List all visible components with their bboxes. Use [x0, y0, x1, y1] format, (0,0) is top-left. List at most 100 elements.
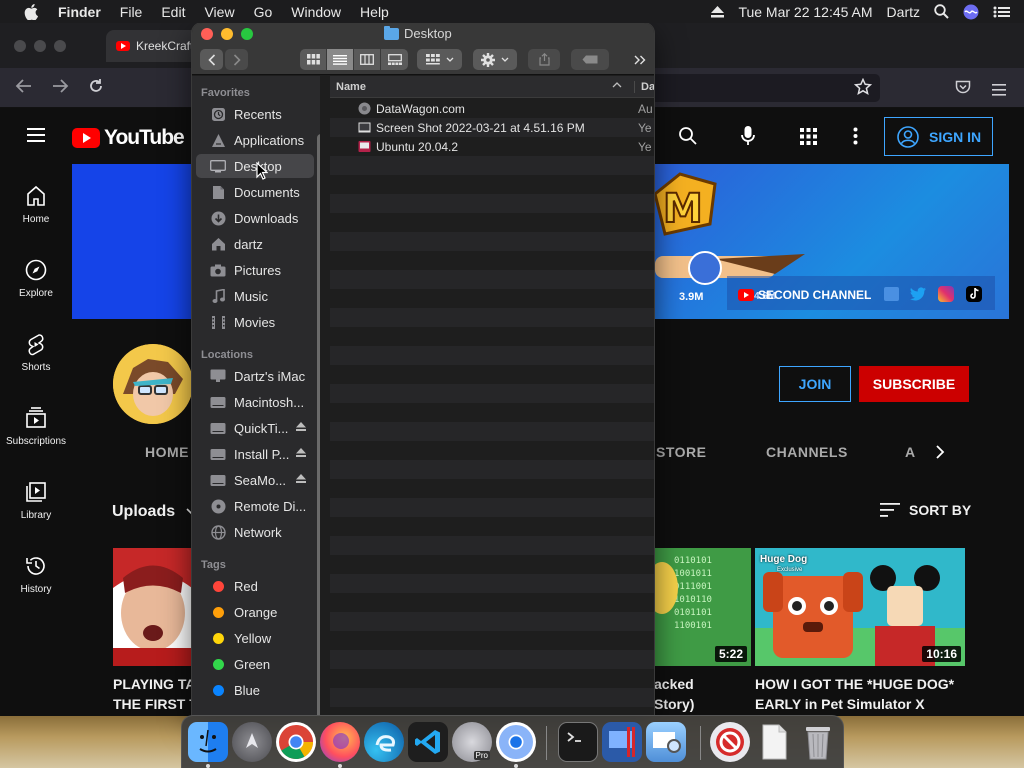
- nav-shorts[interactable]: Shorts: [0, 332, 72, 373]
- apps-grid-icon[interactable]: [800, 128, 817, 150]
- nav-explore[interactable]: Explore: [0, 258, 72, 299]
- nav-library[interactable]: Library: [0, 480, 72, 521]
- chrome-icon[interactable]: [276, 722, 316, 762]
- sidebar-location-0[interactable]: Dartz's iMac: [192, 364, 314, 388]
- sidebar-item-movies[interactable]: Movies: [192, 310, 314, 334]
- apple-icon[interactable]: [20, 3, 42, 20]
- document-icon[interactable]: [754, 722, 794, 762]
- menu-finder[interactable]: Finder: [58, 4, 101, 20]
- twitter-icon[interactable]: [910, 287, 926, 306]
- chromium-icon[interactable]: [496, 722, 536, 762]
- eject-icon[interactable]: [296, 474, 306, 486]
- list-view-button[interactable]: [327, 49, 354, 70]
- browser-zoom-button[interactable]: [54, 40, 66, 52]
- sidebar-tag-blue[interactable]: Blue: [192, 678, 314, 702]
- menu-file[interactable]: File: [120, 4, 143, 20]
- sidebar-location-6[interactable]: Network: [192, 520, 314, 544]
- video-title-3-line1[interactable]: HOW I GOT THE *HUGE DOG*: [755, 674, 975, 694]
- bookmark-star-icon[interactable]: [853, 77, 873, 100]
- sidebar-item-dartz[interactable]: dartz: [192, 232, 314, 256]
- finder-close-button[interactable]: [201, 28, 213, 40]
- sidebar-scrollbar[interactable]: [317, 134, 320, 715]
- sidebar-item-downloads[interactable]: Downloads: [192, 206, 314, 230]
- video-thumbnail-3[interactable]: Huge Dog Exclusive 10:16: [755, 548, 965, 666]
- sidebar-item-applications[interactable]: Applications: [192, 128, 314, 152]
- sidebar-location-5[interactable]: Remote Di...: [192, 494, 314, 518]
- tab-home[interactable]: HOME: [145, 444, 189, 460]
- microphone-icon[interactable]: [740, 125, 756, 152]
- nav-subscriptions[interactable]: Subscriptions: [0, 406, 72, 447]
- video-title-1-line1[interactable]: PLAYING TA: [113, 674, 192, 694]
- edge-icon[interactable]: [364, 722, 404, 762]
- browser-minimize-button[interactable]: [34, 40, 46, 52]
- forward-icon[interactable]: [51, 78, 69, 98]
- menu-go[interactable]: Go: [254, 4, 273, 20]
- second-channel-link[interactable]: SECOND CHANNEL: [758, 288, 871, 302]
- video-thumbnail-1[interactable]: [113, 548, 192, 666]
- column-view-button[interactable]: [354, 49, 381, 70]
- gallery-view-button[interactable]: [381, 49, 408, 70]
- group-by-button[interactable]: [417, 49, 462, 70]
- share-button[interactable]: [528, 49, 560, 70]
- video-title-3-line2[interactable]: EARLY in Pet Simulator X: [755, 694, 975, 714]
- menu-window[interactable]: Window: [291, 4, 341, 20]
- sidebar-item-documents[interactable]: Documents: [192, 180, 314, 204]
- parallels-icon[interactable]: Pro: [452, 722, 492, 762]
- siri-icon[interactable]: [963, 4, 979, 20]
- nav-home[interactable]: Home: [0, 184, 72, 225]
- url-bar[interactable]: [640, 74, 880, 102]
- column-header-name[interactable]: Name: [336, 81, 366, 93]
- banner-youtube-icon[interactable]: [738, 288, 754, 306]
- sidebar-item-recents[interactable]: Recents: [192, 102, 314, 126]
- channel-avatar[interactable]: [113, 344, 193, 424]
- file-row[interactable]: DataWagon.com Au: [330, 99, 654, 118]
- toolbar-overflow-button[interactable]: [630, 49, 650, 70]
- icon-view-button[interactable]: [300, 49, 327, 70]
- menu-edit[interactable]: Edit: [161, 4, 185, 20]
- browser-close-button[interactable]: [14, 40, 26, 52]
- sidebar-location-3[interactable]: Install P...: [192, 442, 314, 466]
- parallels-desktop-icon[interactable]: [602, 722, 642, 762]
- youtube-logo[interactable]: YouTube: [72, 126, 185, 150]
- eject-icon[interactable]: [296, 448, 306, 460]
- video-title-2-line2[interactable]: Story): [654, 694, 751, 714]
- yt-search-icon[interactable]: [678, 126, 698, 151]
- no-entry-icon[interactable]: [710, 722, 750, 762]
- tab-store[interactable]: STORE: [656, 444, 706, 460]
- join-button[interactable]: JOIN: [779, 366, 851, 402]
- instagram-icon[interactable]: [938, 286, 954, 302]
- firefox-icon[interactable]: [320, 722, 360, 762]
- search-icon[interactable]: [934, 4, 949, 19]
- menubar-datetime[interactable]: Tue Mar 22 12:45 AM: [738, 4, 872, 20]
- finder-back-button[interactable]: [200, 49, 223, 70]
- tag-button[interactable]: [571, 49, 609, 70]
- video-title-2-line1[interactable]: acked: [654, 674, 751, 694]
- preview-icon[interactable]: [646, 722, 686, 762]
- nav-history[interactable]: History: [0, 554, 72, 595]
- subscribe-button[interactable]: SUBSCRIBE: [859, 366, 969, 402]
- menubar-user[interactable]: Dartz: [887, 4, 920, 20]
- finder-zoom-button[interactable]: [241, 28, 253, 40]
- sidebar-item-pictures[interactable]: Pictures: [192, 258, 314, 282]
- sidebar-location-4[interactable]: SeaMo...: [192, 468, 314, 492]
- app-menu-icon[interactable]: [992, 80, 1006, 100]
- finder-minimize-button[interactable]: [221, 28, 233, 40]
- sidebar-location-2[interactable]: QuickTi...: [192, 416, 314, 440]
- vscode-icon[interactable]: [408, 722, 448, 762]
- tiktok-icon[interactable]: [966, 286, 982, 302]
- sidebar-item-desktop[interactable]: Desktop: [196, 154, 314, 178]
- sidebar-location-1[interactable]: Macintosh...: [192, 390, 314, 414]
- banner-link-icon[interactable]: [884, 287, 899, 301]
- sort-by-button[interactable]: SORT BY: [880, 502, 971, 518]
- reload-icon[interactable]: [88, 78, 104, 98]
- more-vertical-icon[interactable]: [853, 127, 858, 150]
- sidebar-item-music[interactable]: Music: [192, 284, 314, 308]
- pocket-icon[interactable]: [955, 79, 971, 99]
- terminal-icon[interactable]: [558, 722, 598, 762]
- finder-icon[interactable]: [188, 722, 228, 762]
- tab-about[interactable]: A: [905, 444, 916, 460]
- sidebar-tag-red[interactable]: Red: [192, 574, 314, 598]
- control-center-icon[interactable]: [993, 6, 1010, 18]
- hamburger-menu-icon[interactable]: [27, 128, 45, 142]
- uploads-dropdown[interactable]: Uploads: [112, 503, 198, 521]
